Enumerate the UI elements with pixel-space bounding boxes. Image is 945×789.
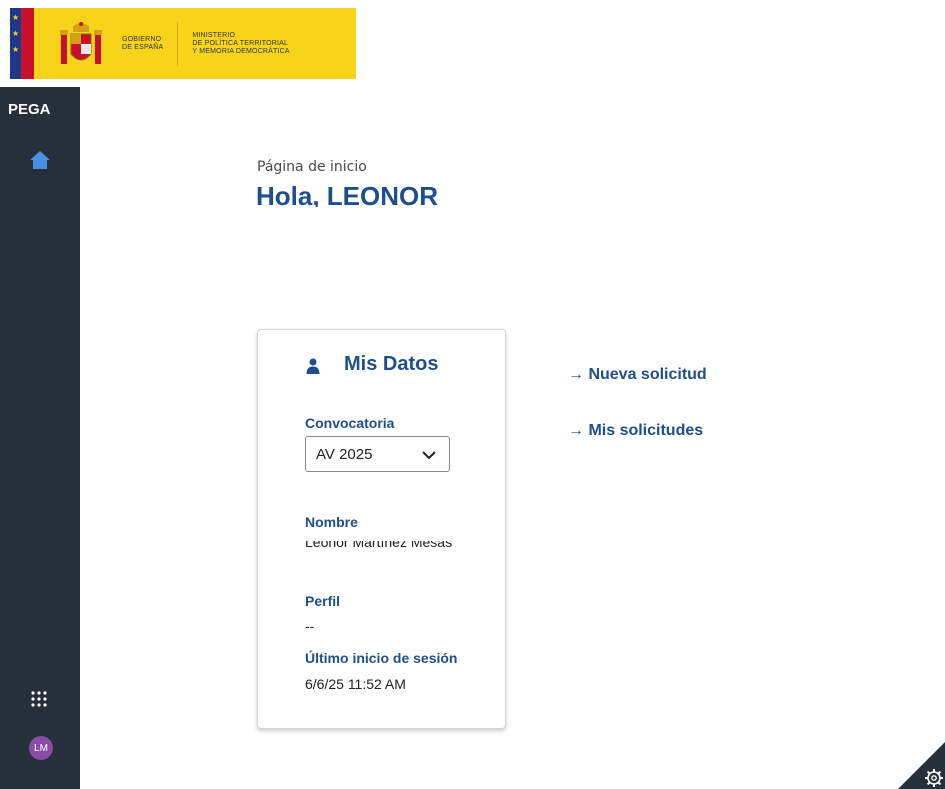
- brand-logo[interactable]: PEGA: [8, 101, 51, 118]
- perfil-label: Perfil: [305, 593, 341, 609]
- nombre-label: Nombre: [305, 514, 358, 530]
- nueva-solicitud-link[interactable]: → Nueva solicitud: [568, 366, 707, 384]
- sidebar: PEGA LM: [0, 87, 80, 789]
- ultimo-inicio-label: Último inicio de sesión: [305, 650, 458, 666]
- apps-grid-icon[interactable]: [31, 691, 47, 707]
- government-banner: ★ ★ ★ GOBIERNO DE ESPAÑA MINISTERIO DE P…: [10, 8, 356, 79]
- home-icon[interactable]: [29, 149, 51, 171]
- mis-datos-card: Mis Datos Convocatoria AV 2025 Nombre Le…: [257, 329, 506, 729]
- star-icon: ★: [12, 45, 20, 54]
- star-icon: ★: [12, 13, 20, 22]
- convocatoria-label: Convocatoria: [305, 415, 395, 431]
- settings-corner[interactable]: [898, 742, 945, 789]
- coat-of-arms-icon: [60, 21, 102, 64]
- perfil-value: --: [305, 618, 315, 634]
- ministry-label: MINISTERIO DE POLÍTICA TERRITORIAL Y MEM…: [192, 31, 290, 55]
- page-title: Hola, LEONOR: [256, 181, 439, 207]
- avatar[interactable]: LM: [29, 736, 53, 760]
- card-title: Mis Datos: [344, 353, 439, 375]
- eu-flag-strip: ★ ★ ★: [10, 8, 34, 79]
- user-icon: [306, 358, 320, 374]
- breadcrumb: Página de inicio: [257, 159, 367, 175]
- ultimo-inicio-value: 6/6/25 11:52 AM: [305, 676, 406, 692]
- banner-divider: [177, 21, 179, 66]
- government-label: GOBIERNO DE ESPAÑA: [122, 35, 164, 51]
- convocatoria-select[interactable]: AV 2025: [305, 436, 450, 472]
- mis-solicitudes-link[interactable]: → Mis solicitudes: [568, 422, 703, 440]
- nombre-value: Leonor Martínez Mesas: [305, 541, 453, 550]
- star-icon: ★: [12, 29, 20, 38]
- convocatoria-value: AV 2025: [316, 446, 373, 463]
- chevron-down-icon: [422, 451, 436, 460]
